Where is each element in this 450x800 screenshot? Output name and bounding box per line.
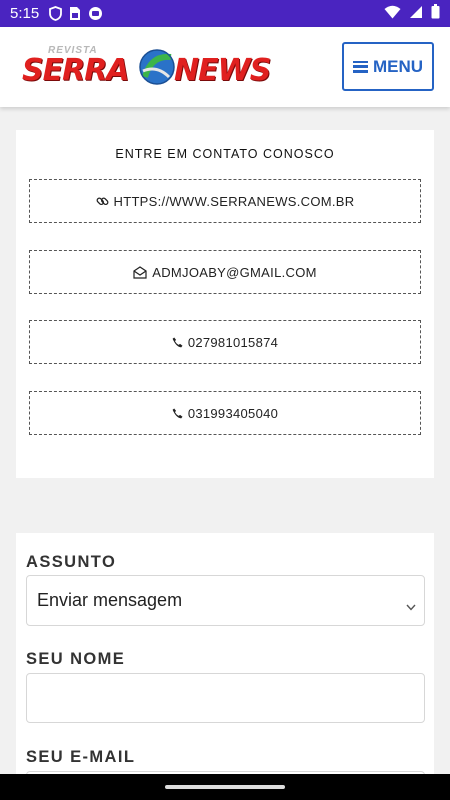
globe-icon: [139, 47, 175, 92]
battery-icon: [431, 4, 440, 23]
contact-phone-1-text: 027981015874: [187, 334, 279, 350]
contact-phone-2-text: 031993405040: [187, 405, 279, 421]
wifi-icon: [384, 5, 401, 23]
hamburger-icon: [352, 60, 368, 73]
contact-email-link[interactable]: ADMJOABY@GMAIL.COM: [29, 250, 421, 294]
name-label: SEU NOME: [26, 650, 126, 668]
menu-button[interactable]: MENU: [342, 42, 434, 91]
app-icon: [88, 6, 103, 21]
logo-word-news: NEWS: [174, 53, 271, 88]
subject-select-value: Enviar mensagem: [37, 590, 183, 610]
phone-icon: [172, 337, 183, 348]
phone-icon: [172, 408, 183, 419]
contact-card: ENTRE EM CONTATO CONOSCO HTTPS://WWW.SER…: [16, 130, 434, 478]
link-icon: [96, 195, 109, 208]
contact-phone-2-link[interactable]: 031993405040: [29, 391, 421, 435]
contact-website-link[interactable]: HTTPS://WWW.SERRANEWS.COM.BR: [29, 179, 421, 223]
status-time: 5:15: [10, 5, 40, 22]
menu-button-label: MENU: [372, 56, 424, 76]
contact-website-text: HTTPS://WWW.SERRANEWS.COM.BR: [113, 193, 355, 209]
site-header: REVISTA SERRA NEWS MENU: [0, 27, 450, 107]
home-gesture-handle[interactable]: [165, 785, 285, 789]
contact-title: ENTRE EM CONTATO CONOSCO: [115, 147, 335, 161]
shield-icon: [49, 6, 63, 21]
subject-label: ASSUNTO: [26, 553, 117, 571]
name-field[interactable]: [26, 673, 425, 723]
system-nav-bar: [0, 774, 450, 800]
site-logo[interactable]: REVISTA SERRA NEWS: [22, 45, 282, 93]
contact-form: ASSUNTO Enviar mensagem SEU NOME SEU E-M…: [16, 533, 434, 800]
subject-select[interactable]: Enviar mensagem: [26, 575, 425, 626]
signal-icon: [409, 5, 423, 23]
email-label: SEU E-MAIL: [26, 748, 136, 766]
sim-card-icon: [69, 6, 81, 21]
chevron-down-icon: [406, 595, 416, 616]
contact-email-text: ADMJOABY@GMAIL.COM: [152, 264, 317, 280]
status-bar: 5:15: [0, 0, 450, 27]
logo-word-serra: SERRA: [22, 53, 130, 88]
envelope-open-icon: [133, 265, 147, 279]
contact-phone-1-link[interactable]: 027981015874: [29, 320, 421, 364]
